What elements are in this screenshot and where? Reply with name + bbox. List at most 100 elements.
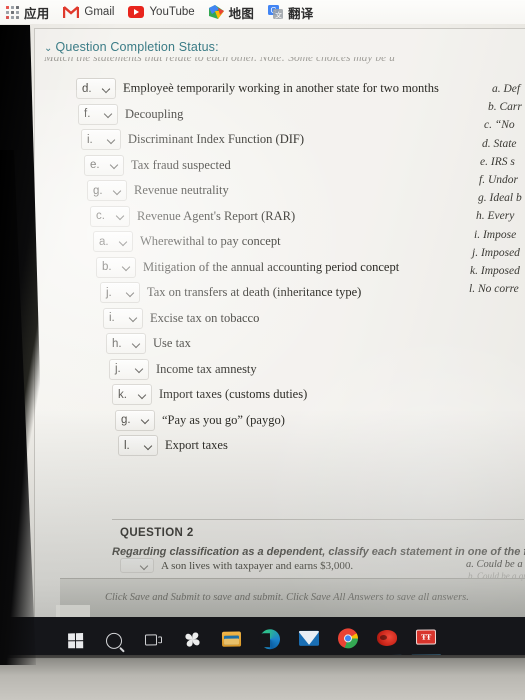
mail-icon <box>298 630 320 646</box>
answer-select[interactable]: g. <box>115 409 155 431</box>
matching-statement: Excise tax on tobacco <box>150 310 260 325</box>
answer-select-value: b. <box>102 261 112 273</box>
answer-choice: l. No corre <box>469 283 519 296</box>
answer-select[interactable]: b. <box>96 256 136 278</box>
microsoft-edge-icon <box>259 628 281 649</box>
answer-choice: b. Carr <box>488 101 522 114</box>
answer-select-value: c. <box>96 210 105 222</box>
taskbar-item-chrome[interactable] <box>337 627 359 649</box>
matching-row: j. Income tax amnesty <box>109 357 460 382</box>
answer-choice: f. Undor <box>479 173 518 186</box>
taskbar-item-fan-app[interactable] <box>181 628 203 650</box>
taskbar-item-red-app[interactable]: ŦŦ <box>415 626 437 648</box>
answer-select[interactable]: l. <box>118 435 158 456</box>
answer-select[interactable]: k. <box>112 384 152 405</box>
chevron-down-icon[interactable]: ⌄ <box>44 43 53 54</box>
bookmark-apps[interactable]: 应用 <box>6 3 49 22</box>
answer-select[interactable]: j. <box>109 358 149 380</box>
save-submit-note: Click Save and Submit to save and submit… <box>105 592 469 603</box>
answer-select[interactable]: d. <box>76 78 116 99</box>
answer-select-value: j. <box>115 363 121 375</box>
fan-app-icon <box>181 629 202 650</box>
matching-row: i. Excise tax on tobacco <box>103 306 460 331</box>
answer-choice: g. Ideal b <box>478 192 522 205</box>
answer-select-value: f. <box>84 108 91 120</box>
matching-statement: Use tax <box>153 336 191 350</box>
matching-statement: “Pay as you go” (paygo) <box>162 412 285 427</box>
taskbar-item-start[interactable] <box>64 630 86 652</box>
question2-matching-row: A son lives with taxpayer and earns $3,0… <box>120 558 353 573</box>
chevron-down-icon <box>111 161 119 169</box>
bookmarks-bar: 应用 Gmail YouTube 地图 文 翻译 <box>0 0 525 24</box>
matching-row: b. Mitigation of the annual accounting p… <box>96 255 460 280</box>
chevron-down-icon <box>136 365 144 373</box>
bookmark-gmail[interactable]: Gmail <box>63 5 115 19</box>
matching-row: e. Tax fraud suspected <box>84 153 460 178</box>
question2-title: QUESTION 2 <box>120 527 194 539</box>
windows-taskbar: ŦŦ <box>0 617 525 660</box>
apps-grid-icon <box>6 5 19 19</box>
matching-row: a. Wherewithal to pay concept <box>93 229 460 254</box>
answer-select[interactable]: i. <box>81 129 121 150</box>
browser-viewport: 应用 Gmail YouTube 地图 文 翻译 ⌄ Question Comp… <box>0 0 525 660</box>
bookmark-gmail-label: Gmail <box>84 6 115 18</box>
question-completion-status[interactable]: ⌄ Question Completion Status: <box>44 40 219 54</box>
answer-select[interactable]: h. <box>106 333 146 354</box>
chevron-down-icon <box>142 416 150 424</box>
bookmark-translate-label: 翻译 <box>288 6 314 21</box>
taskbar-item-edge[interactable] <box>259 628 281 650</box>
chevron-down-icon <box>114 187 122 195</box>
answer-select-value: g. <box>93 184 103 197</box>
question2-statement: A son lives with taxpayer and earns $3,0… <box>161 559 354 572</box>
gmail-icon <box>63 5 80 19</box>
taskbar-item-search[interactable] <box>103 629 125 651</box>
taskbar-item-mail[interactable] <box>298 627 320 649</box>
answer-choices-list: a. Def b. Carr c. “No d. State e. IRS s … <box>469 80 525 298</box>
taskbar-item-pdf[interactable] <box>376 626 398 648</box>
answer-select[interactable] <box>120 558 154 573</box>
desk-surface <box>0 655 525 700</box>
matching-statement: Revenue Agent's Report (RAR) <box>137 208 296 223</box>
answer-select[interactable]: a. <box>93 231 133 252</box>
answer-select[interactable]: e. <box>84 154 124 176</box>
chevron-down-icon <box>127 289 135 297</box>
taskbar-item-task-view[interactable] <box>142 629 164 651</box>
google-chrome-icon <box>337 627 359 649</box>
bookmark-maps[interactable]: 地图 <box>208 3 255 22</box>
answer-choice: j. Imposed <box>472 246 520 259</box>
chevron-down-icon <box>123 263 131 271</box>
bookmark-maps-label: 地图 <box>228 6 255 21</box>
answer-choice: c. “No <box>484 119 515 132</box>
question2-prompt: Regarding classification as a dependent,… <box>112 546 525 558</box>
answer-select-value: i. <box>87 133 93 146</box>
answer-choice: a. Def <box>492 83 521 95</box>
matching-row: i. Discriminant Index Function (DIF) <box>81 127 460 152</box>
section-divider <box>112 519 524 520</box>
google-maps-icon <box>208 5 224 19</box>
matching-row: l. Export taxes <box>118 433 460 458</box>
answer-select[interactable]: j. <box>100 282 140 303</box>
question-completion-status-label: Question Completion Status: <box>55 40 219 54</box>
file-explorer-icon <box>221 631 241 647</box>
bookmark-apps-label: 应用 <box>24 6 50 21</box>
chevron-down-icon <box>105 110 113 118</box>
answer-select[interactable]: i. <box>103 307 143 329</box>
answer-select[interactable]: f. <box>78 103 118 125</box>
matching-row: f. Decoupling <box>78 102 460 127</box>
matching-rows: d. Employeè temporarily working in anoth… <box>70 76 460 459</box>
youtube-icon <box>128 6 145 18</box>
answer-select[interactable]: c. <box>90 205 130 227</box>
answer-select[interactable]: g. <box>87 180 127 201</box>
bookmark-translate[interactable]: G 文 翻译 <box>268 3 313 22</box>
answer-select-value: h. <box>112 337 122 350</box>
taskbar-item-file-explorer[interactable] <box>220 628 242 650</box>
chevron-down-icon <box>130 314 138 322</box>
bookmark-youtube[interactable]: YouTube <box>128 6 195 18</box>
laptop-screen-photo: 应用 Gmail YouTube 地图 文 翻译 ⌄ Question Comp… <box>0 0 525 700</box>
search-icon <box>105 632 123 649</box>
matching-row: d. Employeè temporarily working in anoth… <box>76 76 460 101</box>
matching-statement: Discriminant Index Function (DIF) <box>128 132 305 146</box>
chevron-down-icon <box>145 442 153 450</box>
matching-statement: Income tax amnesty <box>156 361 257 376</box>
red-app-icon: ŦŦ <box>415 629 437 645</box>
